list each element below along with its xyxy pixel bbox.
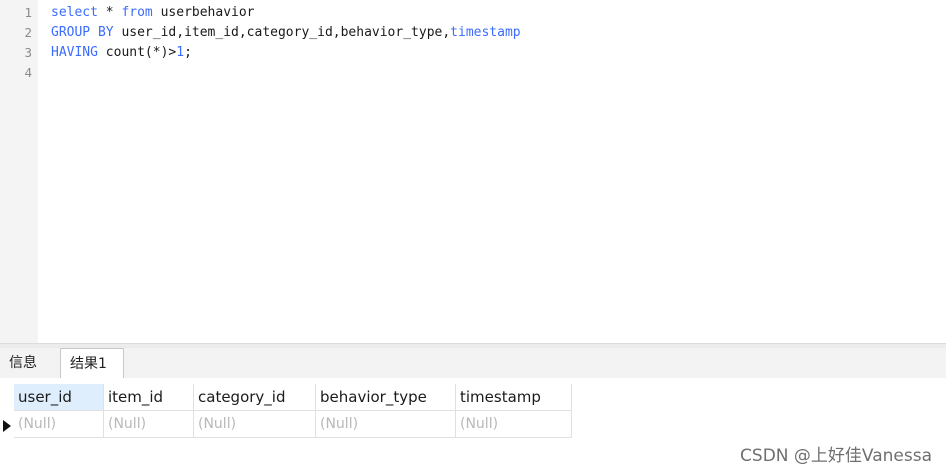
table-cell[interactable]: (Null) xyxy=(194,411,316,438)
keyword-timestamp: timestamp xyxy=(450,25,521,40)
line-number-gutter: 1 2 3 4 xyxy=(0,0,38,343)
code-line-1[interactable]: select * from userbehavior xyxy=(51,3,255,23)
keyword-from: from xyxy=(121,5,153,20)
code-line-2[interactable]: GROUP BY user_id,item_id,category_id,beh… xyxy=(51,23,521,43)
keyword-having: HAVING xyxy=(51,45,98,60)
keyword-select: select xyxy=(51,5,98,20)
table-cell[interactable]: (Null) xyxy=(316,411,456,438)
table-cell[interactable]: (Null) xyxy=(456,411,572,438)
keyword-group-by: GROUP BY xyxy=(51,25,114,40)
code-text: * xyxy=(97,5,122,20)
sql-editor[interactable]: 1 2 3 4 select * from userbehavior GROUP… xyxy=(0,0,946,343)
line-number: 3 xyxy=(24,45,32,60)
result-tab-bar: 信息 结果1 xyxy=(0,348,946,379)
tab-info[interactable]: 信息 xyxy=(0,348,58,378)
table-cell[interactable]: (Null) xyxy=(14,411,104,438)
code-text: count(*)> xyxy=(97,45,177,60)
code-text: userbehavior xyxy=(152,5,255,20)
column-header-category-id[interactable]: category_id xyxy=(194,384,316,411)
code-text: user_id,item_id,category_id,behavior_typ… xyxy=(113,25,451,40)
line-number: 2 xyxy=(24,25,32,40)
column-header-item-id[interactable]: item_id xyxy=(104,384,194,411)
column-header-user-id[interactable]: user_id xyxy=(14,384,104,411)
code-line-3[interactable]: HAVING count(*)>1; xyxy=(51,43,192,63)
code-text: ; xyxy=(184,45,192,60)
column-header-behavior-type[interactable]: behavior_type xyxy=(316,384,456,411)
current-row-marker-icon xyxy=(0,417,14,437)
line-number: 1 xyxy=(24,5,32,20)
watermark: CSDN @上好佳Vanessa xyxy=(740,446,932,466)
number-literal: 1 xyxy=(176,45,185,60)
column-header-timestamp[interactable]: timestamp xyxy=(456,384,572,411)
line-number: 4 xyxy=(24,65,32,80)
tab-result-1[interactable]: 结果1 xyxy=(60,348,124,379)
table-cell[interactable]: (Null) xyxy=(104,411,194,438)
code-area[interactable]: select * from userbehavior GROUP BY user… xyxy=(38,0,946,343)
